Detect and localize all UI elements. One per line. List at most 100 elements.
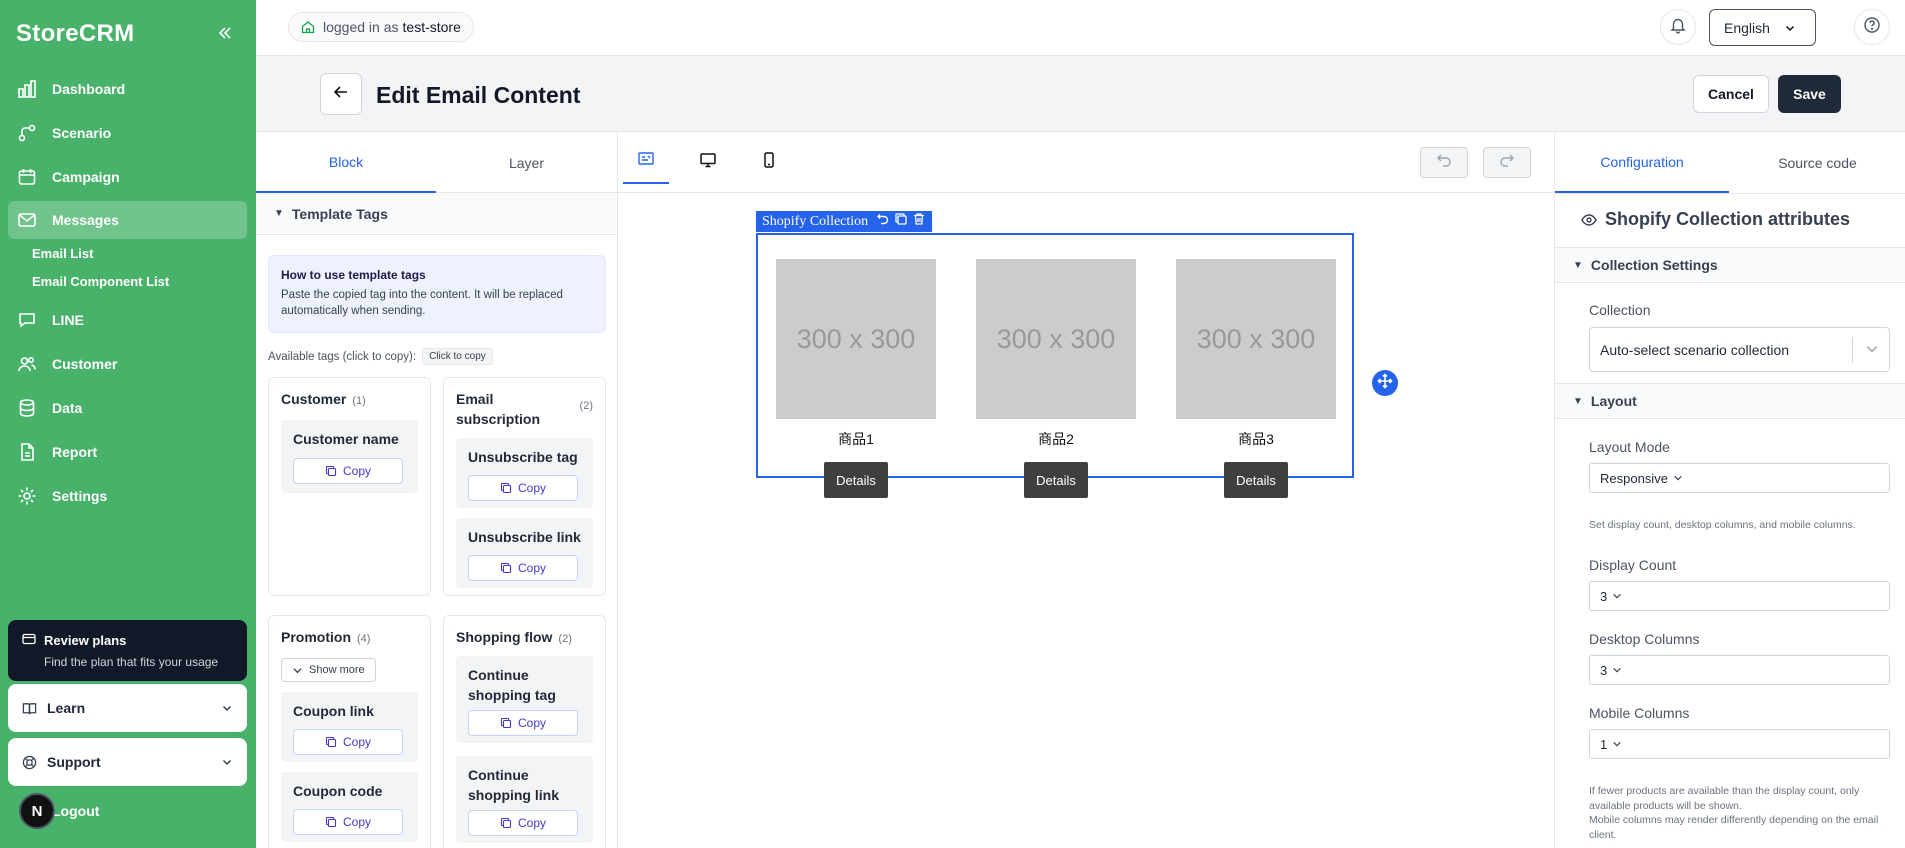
view-mode-desktop[interactable] — [685, 140, 731, 184]
move-handle[interactable] — [1372, 370, 1398, 396]
tag-group-title: Shopping flow (2) — [456, 628, 572, 648]
tab-layer[interactable]: Layer — [436, 132, 617, 193]
caret-down-icon: ▼ — [1573, 259, 1583, 271]
mobile-columns-select[interactable]: 1 — [1589, 729, 1890, 759]
desktop-columns-label: Desktop Columns — [1589, 631, 1700, 647]
details-button[interactable]: Details — [824, 462, 888, 498]
notifications-button[interactable] — [1660, 9, 1696, 45]
undo-button[interactable] — [1420, 147, 1468, 178]
product-image-placeholder: 300 x 300 — [776, 259, 936, 419]
caret-down-icon: ▼ — [1573, 395, 1583, 407]
select-divider — [1852, 337, 1853, 363]
show-more-button[interactable]: Show more — [281, 658, 376, 682]
app-root: StoreCRM Dashboard Scenario Campaign Mes… — [0, 0, 1905, 848]
tag-group-title: Email subscription — [456, 391, 541, 427]
copy-button[interactable]: Copy — [293, 809, 403, 835]
copy-button[interactable]: Copy — [468, 710, 578, 736]
tab-block[interactable]: Block — [256, 132, 436, 193]
home-icon — [301, 20, 315, 34]
product-card[interactable]: 300 x 300 商品1 Details — [776, 259, 936, 498]
product-name: 商品2 — [1038, 431, 1074, 447]
reset-icon[interactable] — [876, 212, 890, 231]
group-count: (1) — [352, 395, 366, 407]
layout-header[interactable]: ▼ Layout — [1555, 383, 1905, 419]
product-card[interactable]: 300 x 300 商品2 Details — [976, 259, 1136, 498]
login-status: logged in as test-store — [288, 12, 474, 42]
group-count: (4) — [357, 633, 371, 645]
layout-mode-select[interactable]: Responsive — [1589, 463, 1890, 493]
copy-icon — [500, 717, 512, 729]
nav-label: Customer — [52, 356, 118, 372]
available-tags-row: Available tags (click to copy): Click to… — [268, 348, 493, 365]
details-button[interactable]: Details — [1024, 462, 1088, 498]
copy-button[interactable]: Copy — [468, 810, 578, 836]
copy-button[interactable]: Copy — [468, 475, 578, 501]
brand-logo[interactable]: StoreCRM — [16, 20, 134, 48]
tag-name: Continue shopping tag — [468, 667, 556, 703]
chevron-down-icon — [1612, 665, 1622, 675]
redo-button[interactable] — [1483, 147, 1531, 178]
tab-source-code[interactable]: Source code — [1729, 132, 1905, 193]
chevron-down-icon — [292, 665, 303, 676]
product-card[interactable]: 300 x 300 商品3 Details — [1176, 259, 1336, 498]
collection-label: Collection — [1589, 302, 1651, 318]
product-image-placeholder: 300 x 300 — [976, 259, 1136, 419]
sub-nav-email-list[interactable]: Email List — [32, 246, 93, 261]
nav-customer[interactable]: Customer — [8, 345, 247, 383]
template-tags-section-header[interactable]: ▼ Template Tags — [256, 193, 617, 235]
users-icon — [16, 353, 38, 375]
review-plans-card[interactable]: Review plans Find the plan that fits you… — [8, 620, 247, 681]
canvas-toolbar — [618, 132, 1554, 193]
help-button[interactable] — [1854, 9, 1890, 45]
back-button[interactable] — [320, 73, 362, 115]
chevron-down-icon — [1673, 473, 1683, 483]
nav-scenario[interactable]: Scenario — [8, 114, 247, 152]
nav-messages[interactable]: Messages — [8, 201, 247, 239]
copy-button[interactable]: Copy — [468, 555, 578, 581]
nav-dashboard[interactable]: Dashboard — [8, 70, 247, 108]
language-select[interactable]: English — [1709, 9, 1816, 46]
nav-settings[interactable]: Settings — [8, 477, 247, 515]
tag-name: Customer name — [293, 431, 399, 447]
copy-label: Copy — [517, 481, 546, 495]
nav-campaign[interactable]: Campaign — [8, 158, 247, 196]
mobile-columns-label: Mobile Columns — [1589, 705, 1690, 721]
details-button[interactable]: Details — [1224, 462, 1288, 498]
attributes-title-text: Shopify Collection attributes — [1605, 209, 1851, 229]
sub-nav-email-component-list[interactable]: Email Component List — [32, 274, 169, 289]
learn-menu[interactable]: Learn — [8, 684, 247, 732]
tab-configuration[interactable]: Configuration — [1555, 132, 1729, 193]
copy-button[interactable]: Copy — [293, 458, 403, 484]
desktop-columns-select[interactable]: 3 — [1589, 655, 1890, 685]
footer-hint: If fewer products are available than the… — [1589, 784, 1889, 843]
save-button[interactable]: Save — [1778, 75, 1841, 113]
view-mode-edit[interactable] — [623, 140, 669, 184]
copy-button[interactable]: Copy — [293, 729, 403, 755]
collection-select[interactable]: Auto-select scenario collection — [1589, 327, 1890, 372]
duplicate-icon[interactable] — [894, 212, 908, 231]
edit-view-icon — [637, 150, 655, 173]
tag-item: Continue shopping link Copy — [456, 756, 593, 843]
nav-line[interactable]: LINE — [8, 301, 247, 339]
avatar[interactable]: N — [19, 793, 55, 829]
attributes-title: Shopify Collection attributes — [1581, 209, 1850, 230]
click-to-copy-chip: Click to copy — [422, 348, 493, 365]
support-menu[interactable]: Support — [8, 738, 247, 786]
group-title-text: Customer — [281, 391, 347, 407]
collection-settings-header[interactable]: ▼ Collection Settings — [1555, 247, 1905, 283]
mobile-icon — [760, 151, 778, 174]
question-icon — [1863, 16, 1881, 39]
collapse-sidebar-icon[interactable] — [216, 24, 234, 42]
nav-data[interactable]: Data — [8, 389, 247, 427]
logout-link[interactable]: Logout — [52, 803, 99, 819]
cancel-button[interactable]: Cancel — [1693, 75, 1769, 113]
shopify-collection-block[interactable]: 300 x 300 商品1 Details 300 x 300 商品2 Deta… — [756, 233, 1354, 498]
trash-icon[interactable] — [912, 212, 926, 231]
display-count-select[interactable]: 3 — [1589, 581, 1890, 611]
product-name: 商品3 — [1238, 431, 1274, 447]
nav-label: Messages — [52, 212, 119, 228]
eye-icon — [1581, 212, 1597, 228]
tag-item: Continue shopping tag Copy — [456, 656, 593, 743]
nav-report[interactable]: Report — [8, 433, 247, 471]
view-mode-mobile[interactable] — [746, 140, 792, 184]
